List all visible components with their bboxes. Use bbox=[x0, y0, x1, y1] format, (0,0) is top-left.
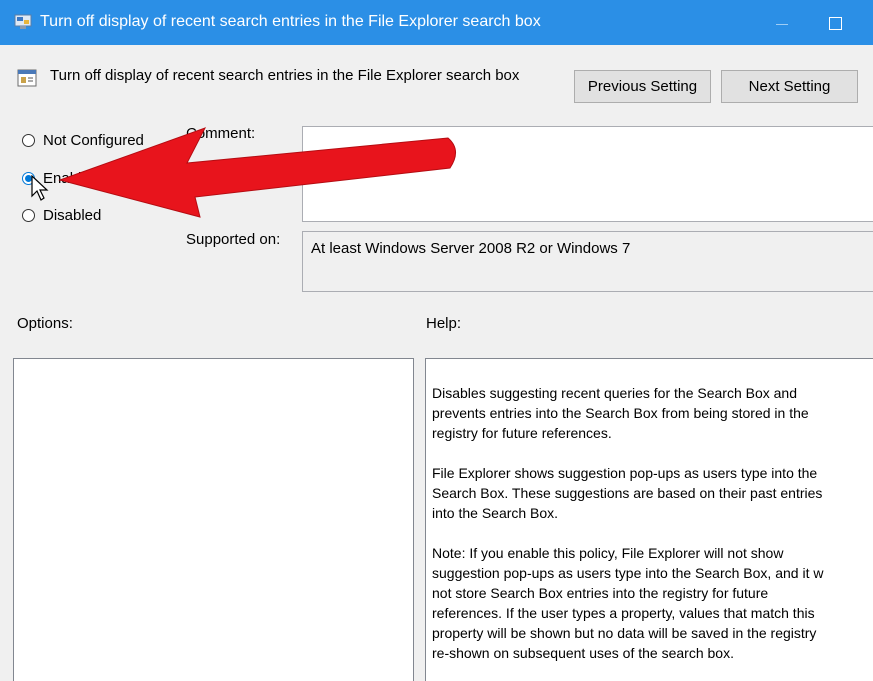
help-pane[interactable]: Disables suggesting recent queries for t… bbox=[425, 358, 873, 681]
options-pane[interactable] bbox=[13, 358, 414, 681]
policy-setting-icon bbox=[17, 69, 37, 87]
options-label: Options: bbox=[17, 315, 73, 332]
radio-label-enabled: Enabled bbox=[43, 169, 99, 187]
radio-not-configured[interactable]: Not Configured bbox=[22, 129, 144, 151]
radio-button-not-configured[interactable] bbox=[22, 133, 35, 147]
next-setting-button[interactable]: Next Setting bbox=[721, 70, 858, 103]
supported-on-field: At least Windows Server 2008 R2 or Windo… bbox=[302, 231, 873, 292]
group-policy-icon bbox=[14, 14, 32, 30]
window-title: Turn off display of recent search entrie… bbox=[40, 13, 541, 30]
radio-disabled[interactable]: Disabled bbox=[22, 204, 101, 226]
supported-on-label: Supported on: bbox=[186, 231, 281, 248]
policy-dialog: Turn off display of recent search entrie… bbox=[0, 45, 873, 681]
help-paragraph: Disables suggesting recent queries for t… bbox=[432, 385, 809, 441]
help-label: Help: bbox=[426, 315, 462, 332]
radio-label-disabled: Disabled bbox=[43, 206, 102, 224]
radio-button-disabled[interactable] bbox=[22, 208, 35, 222]
comment-label: Comment: bbox=[186, 125, 256, 142]
radio-button-enabled[interactable] bbox=[22, 171, 35, 185]
maximize-icon[interactable] bbox=[816, 0, 860, 45]
previous-setting-button[interactable]: Previous Setting bbox=[574, 70, 711, 103]
minimize-icon[interactable] bbox=[760, 0, 804, 45]
radio-label-not-configured: Not Configured bbox=[43, 131, 144, 149]
title-bar: Turn off display of recent search entrie… bbox=[0, 0, 873, 45]
help-paragraph: Note: If you enable this policy, File Ex… bbox=[432, 545, 824, 661]
policy-name: Turn off display of recent search entrie… bbox=[50, 67, 520, 84]
help-text: Disables suggesting recent queries for t… bbox=[432, 383, 873, 681]
radio-enabled[interactable]: Enabled bbox=[22, 167, 98, 189]
comment-field[interactable] bbox=[302, 126, 873, 222]
help-paragraph: File Explorer shows suggestion pop-ups a… bbox=[432, 465, 823, 521]
supported-on-value: At least Windows Server 2008 R2 or Windo… bbox=[311, 240, 631, 257]
